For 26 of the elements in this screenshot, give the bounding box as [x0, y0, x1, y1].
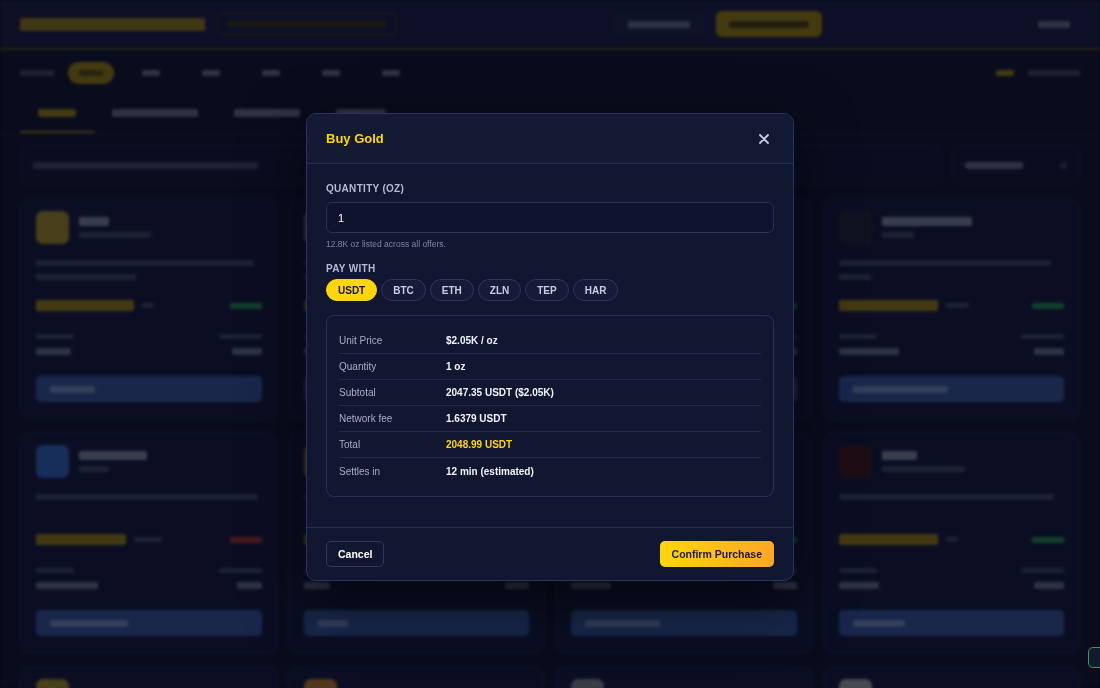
summary-value: 12 min (estimated)	[446, 465, 534, 477]
currency-option[interactable]: HAR	[572, 279, 619, 301]
currency-option[interactable]: ETH	[429, 279, 474, 301]
summary-value: 1.6379 USDT	[446, 413, 507, 424]
close-icon	[759, 133, 769, 144]
summary-label: Quantity	[339, 361, 378, 372]
dialog-title: Buy Gold	[326, 131, 384, 146]
currency-option[interactable]: ZLN	[477, 279, 522, 301]
summary-value: 2048.99 USDT	[446, 439, 513, 450]
currency-option[interactable]: BTC	[381, 279, 426, 301]
summary-value: $2.05K / oz	[446, 335, 498, 346]
currency-option[interactable]: TEP	[525, 279, 569, 301]
field-label: QUANTITY (OZ)	[326, 183, 406, 195]
summary-value: 1 oz	[446, 361, 466, 372]
quantity-input[interactable]: 1	[326, 202, 774, 233]
cancel-button[interactable]: Cancel	[326, 541, 385, 567]
summary-label: Total	[339, 439, 362, 450]
summary-label: Unit Price	[339, 335, 384, 346]
summary-label: Network fee	[339, 413, 394, 424]
field-label: PAY WITH	[326, 263, 377, 275]
summary-value: 2047.35 USDT ($2.05K)	[446, 387, 554, 398]
confirm-button[interactable]: Confirm Purchase	[659, 541, 774, 567]
currency-option[interactable]: USDT	[326, 279, 378, 301]
quantity-hint: 12.8K oz listed across all offers.	[326, 239, 447, 249]
summary-label: Settles in	[339, 465, 382, 477]
summary-label: Subtotal	[339, 387, 377, 398]
